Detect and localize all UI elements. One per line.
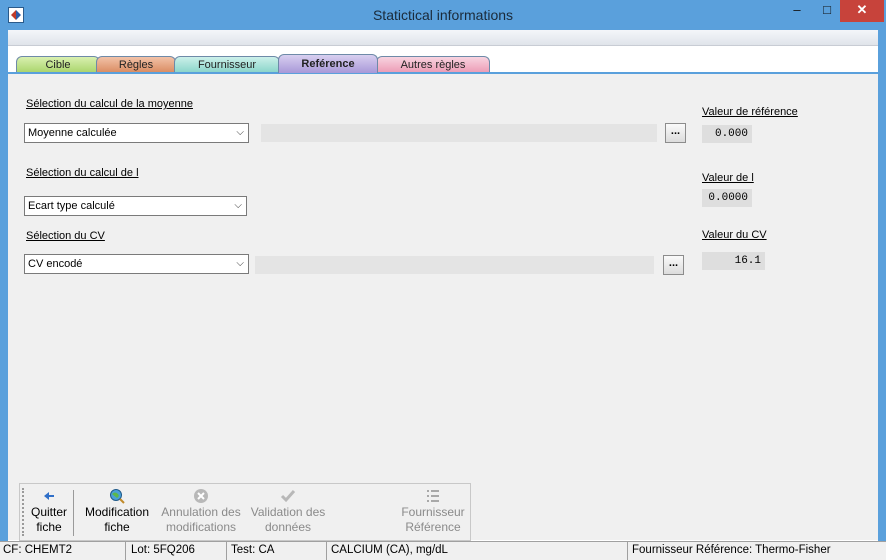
- client-area: Cible Règles Fournisseur Reférence Autre…: [8, 30, 878, 541]
- list-icon: [425, 488, 441, 504]
- quit-label-2: fiche: [36, 520, 62, 534]
- validate-label-2: données: [264, 520, 312, 534]
- cv-select[interactable]: CV encodé ⌵: [24, 254, 249, 274]
- supplier-ref-label-2: Référence: [405, 520, 461, 534]
- status-lot: Lot: 5FQ206: [128, 542, 227, 560]
- status-test: Test: CA: [228, 542, 327, 560]
- supplier-ref-label-1: Fournisseur: [401, 505, 465, 519]
- supplier-reference-button[interactable]: Fournisseur Référence: [400, 484, 466, 540]
- tab-fournisseur[interactable]: Fournisseur: [174, 56, 280, 73]
- status-bar: CF: CHEMT2 Lot: 5FQ206 Test: CA CALCIUM …: [0, 541, 886, 560]
- bottom-toolbar: Quitter fiche Modification fiche Annulat…: [19, 483, 471, 541]
- cancel-circle-icon: [193, 488, 209, 504]
- tab-regles[interactable]: Règles: [96, 56, 176, 73]
- quit-button[interactable]: Quitter fiche: [28, 484, 70, 540]
- maximize-button[interactable]: □: [814, 0, 840, 22]
- menu-bar: [8, 30, 878, 46]
- modify-label-1: Modification: [84, 505, 150, 519]
- chevron-down-icon: ⌵: [236, 258, 244, 269]
- moyenne-section-label: Sélection du calcul de la moyenne: [26, 98, 193, 110]
- toolbar-separator: [73, 490, 74, 536]
- moyenne-text-field[interactable]: [261, 124, 657, 142]
- ecart-value-field[interactable]: 0.0000: [702, 189, 752, 207]
- cancel-label-2: modifications: [165, 520, 237, 534]
- validate-label-1: Validation des: [250, 505, 326, 519]
- tab-cible[interactable]: Cible: [16, 56, 100, 73]
- chevron-down-icon: ⌵: [234, 200, 242, 211]
- reference-value-label: Valeur de référence: [702, 106, 798, 118]
- cv-browse-button[interactable]: ...: [663, 255, 684, 275]
- cv-text-field[interactable]: [255, 256, 654, 274]
- cancel-label-1: Annulation des: [161, 505, 241, 519]
- arrow-left-icon: [41, 488, 57, 504]
- reference-panel: Sélection du calcul de la moyenne Moyenn…: [8, 74, 878, 540]
- status-analyte: CALCIUM (CA), mg/dL: [328, 542, 628, 560]
- modify-label-2: fiche: [104, 520, 130, 534]
- title-bar[interactable]: Statictical informations – □ ✕: [0, 0, 886, 30]
- status-cf: CF: CHEMT2: [0, 542, 126, 560]
- quit-label-1: Quitter: [30, 505, 67, 519]
- toolbar-grip[interactable]: [22, 488, 24, 536]
- reference-value-field[interactable]: 0.000: [702, 125, 752, 143]
- ecart-section-label: Sélection du calcul de l: [26, 167, 139, 179]
- moyenne-browse-button[interactable]: ...: [665, 123, 686, 143]
- ecart-select-value: Ecart type calculé: [28, 200, 115, 212]
- check-icon: [280, 488, 296, 504]
- ecart-value-label: Valeur de l: [702, 172, 754, 184]
- tab-reference[interactable]: Reférence: [278, 54, 378, 73]
- app-window: Statictical informations – □ ✕ Cible Règ…: [0, 0, 886, 560]
- status-supplier: Fournisseur Référence: Thermo-Fisher: [632, 544, 831, 556]
- globe-search-icon: [109, 488, 125, 504]
- modify-button[interactable]: Modification fiche: [80, 484, 154, 540]
- chevron-down-icon: ⌵: [236, 127, 244, 138]
- window-title: Statictical informations: [372, 7, 514, 23]
- cv-value-field[interactable]: 16.1: [702, 252, 765, 270]
- cv-select-value: CV encodé: [28, 258, 83, 270]
- ecart-select[interactable]: Ecart type calculé ⌵: [24, 196, 247, 216]
- moyenne-select[interactable]: Moyenne calculée ⌵: [24, 123, 249, 143]
- moyenne-select-value: Moyenne calculée: [28, 127, 117, 139]
- cv-value-label: Valeur du CV: [702, 229, 767, 241]
- cancel-modifications-button[interactable]: Annulation des modifications: [158, 484, 244, 540]
- validate-data-button[interactable]: Validation des données: [248, 484, 328, 540]
- close-button[interactable]: ✕: [840, 0, 884, 22]
- cv-section-label: Sélection du CV: [26, 230, 105, 242]
- minimize-button[interactable]: –: [780, 0, 814, 22]
- tab-autres-regles[interactable]: Autres règles: [376, 56, 490, 73]
